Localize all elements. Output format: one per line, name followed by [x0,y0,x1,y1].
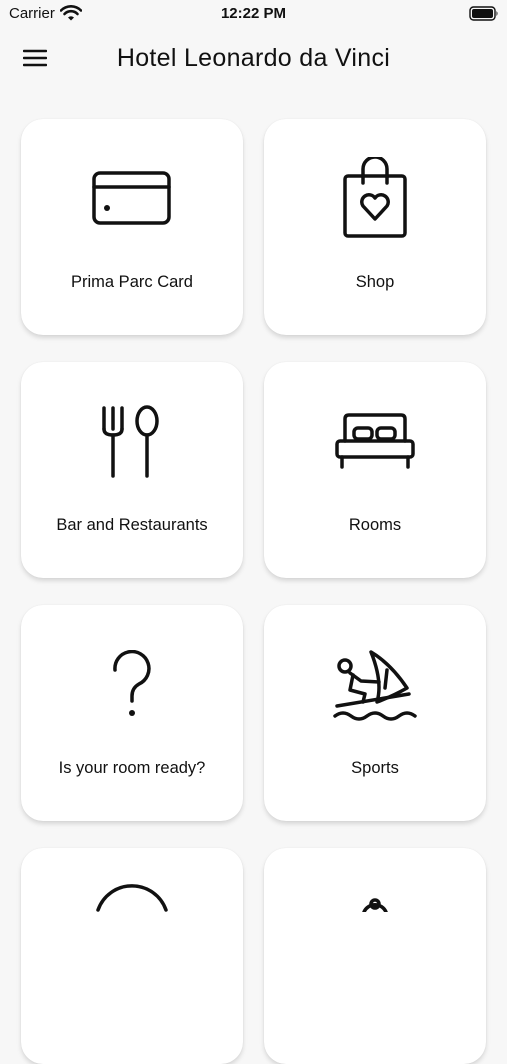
tile-prima-parc-card[interactable]: Prima Parc Card [21,119,243,335]
location-pin-icon [264,848,486,1008]
tile-partial-left[interactable] [21,848,243,1064]
tile-label: Is your room ready? [58,759,206,777]
tile-label: Bar and Restaurants [56,516,208,534]
bed-icon [264,362,486,522]
tile-label: Prima Parc Card [71,273,193,291]
tile-label: Sports [351,759,399,777]
tile-is-your-room-ready[interactable]: Is your room ready? [21,605,243,821]
shopping-bag-heart-icon [264,119,486,279]
tile-rooms[interactable]: Rooms [264,362,486,578]
credit-card-icon [21,119,243,279]
tile-label: Rooms [348,516,402,534]
tile-bar-and-restaurants[interactable]: Bar and Restaurants [21,362,243,578]
tile-partial-right[interactable] [264,848,486,1064]
question-mark-icon [21,605,243,765]
windsurfing-icon [264,605,486,765]
fork-spoon-icon [21,362,243,522]
tile-label: Shop [355,273,395,291]
tile-grid: Prima Parc Card Shop Bar and Restaurants… [0,0,507,1064]
tile-shop[interactable]: Shop [264,119,486,335]
circle-icon [21,848,243,1008]
tile-sports[interactable]: Sports [264,605,486,821]
